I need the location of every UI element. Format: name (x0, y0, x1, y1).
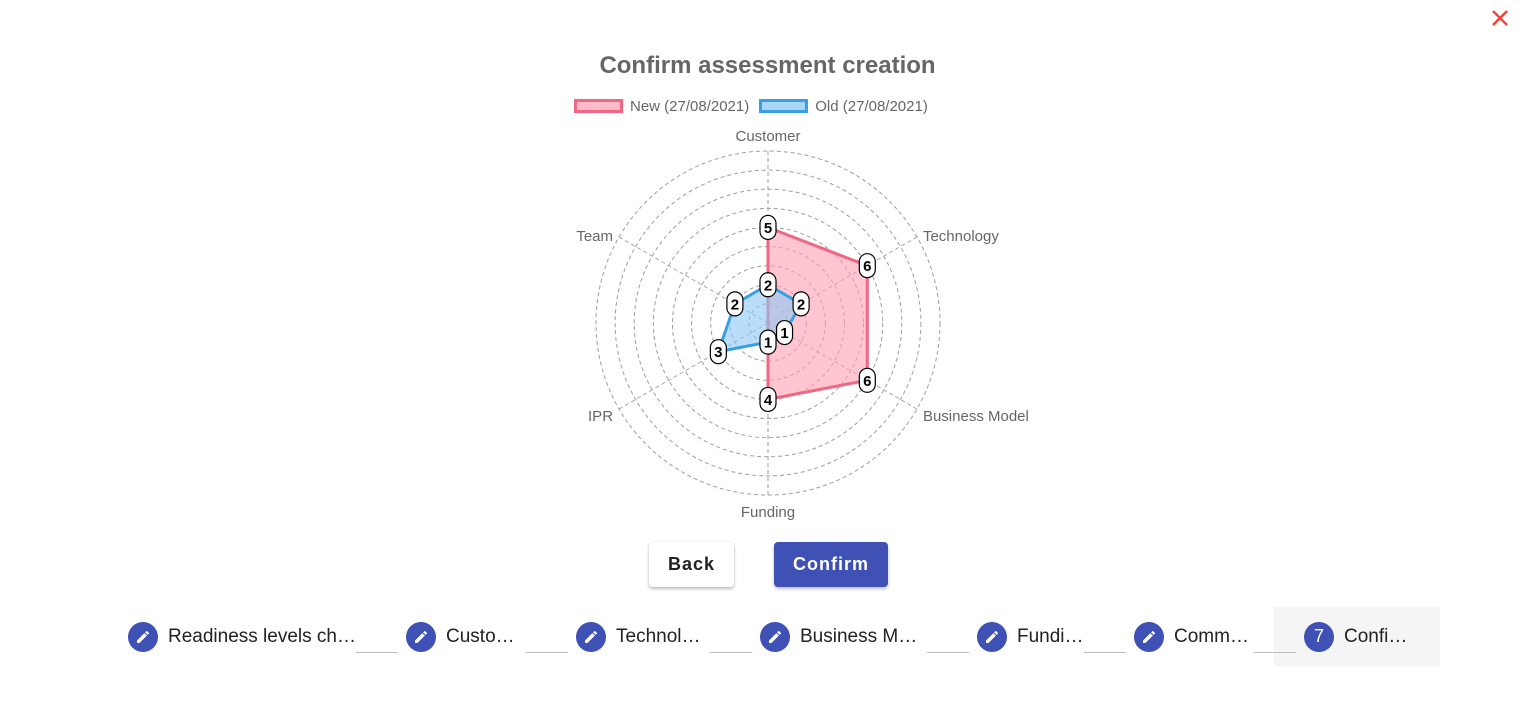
close-icon (1492, 10, 1508, 26)
step-label: Business M… (800, 625, 918, 647)
close-button[interactable] (1486, 4, 1514, 32)
axis-label: Customer (735, 128, 800, 145)
data-label: 2 (797, 296, 805, 313)
data-label: 2 (764, 277, 772, 294)
legend-item-old[interactable]: Old (27/08/2021) (759, 98, 928, 115)
stepper: Readiness levels ch… Custo… Technol… Bus… (0, 607, 1525, 666)
step-label: Technol… (616, 625, 701, 647)
data-label: 1 (780, 325, 788, 342)
legend-item-new[interactable]: New (27/08/2021) (574, 98, 749, 115)
step-connector (710, 652, 752, 653)
step-number: 7 (1304, 621, 1334, 652)
axis-label: Funding (741, 504, 795, 521)
legend-label-new: New (27/08/2021) (630, 97, 750, 115)
edit-icon (1134, 621, 1164, 652)
step-connector (1254, 652, 1296, 653)
data-label: 1 (764, 335, 772, 352)
axis-label: Technology (923, 228, 999, 245)
step-technology[interactable]: Technol… (576, 607, 701, 666)
edit-icon (128, 621, 158, 652)
confirm-button[interactable]: Confirm (774, 542, 888, 587)
axis-label: Team (576, 228, 613, 245)
data-label: 2 (731, 296, 739, 313)
step-readiness-levels[interactable]: Readiness levels ch… (128, 607, 356, 666)
step-comments[interactable]: Comm… (1134, 607, 1249, 666)
chart-legend: New (27/08/2021) Old (27/08/2021) (574, 96, 938, 116)
step-connector (526, 652, 568, 653)
step-funding[interactable]: Fundi… (977, 607, 1084, 666)
step-confirm[interactable]: 7 Confi… (1304, 607, 1407, 666)
chart-title: Confirm assessment creation (599, 52, 936, 79)
step-connector (356, 652, 398, 653)
edit-icon (406, 621, 436, 652)
step-connector (1084, 652, 1126, 653)
legend-swatch-old (759, 99, 809, 113)
edit-icon (977, 621, 1007, 652)
radar-chart: 5664221132CustomerTechnologyBusiness Mod… (576, 128, 1029, 521)
step-label: Fundi… (1017, 625, 1084, 647)
data-label: 6 (863, 258, 871, 275)
legend-swatch-new (574, 99, 623, 113)
data-label: 4 (764, 392, 773, 409)
back-button[interactable]: Back (649, 542, 734, 587)
axis-label: Business Model (923, 408, 1029, 425)
data-label: 6 (863, 373, 871, 390)
step-label: Readiness levels ch… (168, 625, 356, 647)
step-connector (927, 652, 969, 653)
step-customer[interactable]: Custo… (406, 607, 515, 666)
step-business-model[interactable]: Business M… (760, 607, 917, 666)
data-label: 5 (764, 220, 772, 237)
axis-label: IPR (588, 408, 613, 425)
edit-icon (760, 621, 790, 652)
edit-icon (576, 621, 606, 652)
step-label: Confi… (1344, 625, 1408, 647)
step-label: Comm… (1174, 625, 1249, 647)
step-label: Custo… (446, 625, 515, 647)
legend-label-old: Old (27/08/2021) (815, 97, 928, 115)
data-label: 3 (714, 344, 722, 361)
